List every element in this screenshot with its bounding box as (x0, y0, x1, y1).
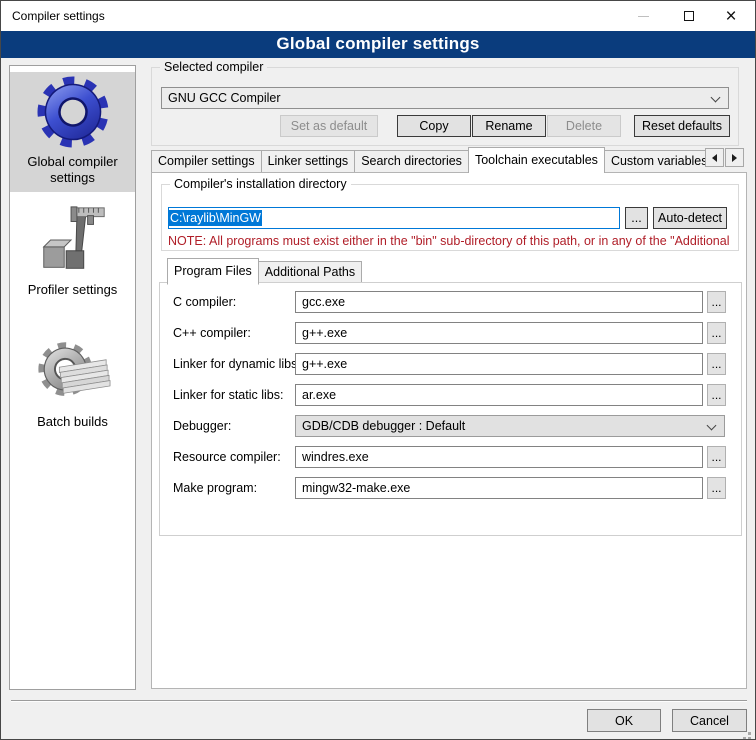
c-compiler-field[interactable]: gcc.exe (295, 291, 703, 313)
installation-directory-input[interactable]: C:\raylib\MinGW (168, 207, 620, 229)
ok-button[interactable]: OK (587, 709, 661, 732)
browse-make-program-button[interactable]: ... (707, 477, 726, 499)
maximize-icon (684, 11, 694, 21)
close-button[interactable]: × (711, 1, 751, 31)
field-value: ar.exe (302, 388, 336, 402)
arrow-left-icon (712, 154, 717, 162)
sidebar-item-label: Global compiler settings (10, 152, 135, 192)
field-label: Make program: (173, 477, 257, 499)
close-icon: × (725, 7, 736, 26)
field-label: C compiler: (173, 291, 236, 313)
debugger-select[interactable]: GDB/CDB debugger : Default (295, 415, 725, 437)
window-title: Compiler settings (12, 1, 105, 31)
minimize-button[interactable] (623, 1, 663, 31)
browse-linker-dynamic-button[interactable]: ... (707, 353, 726, 375)
compiler-tabs: Compiler settings Linker settings Search… (151, 147, 705, 173)
maximize-button[interactable] (669, 1, 709, 31)
cpp-compiler-field[interactable]: g++.exe (295, 322, 703, 344)
sidebar-item-label: Profiler settings (10, 280, 135, 304)
auto-detect-button[interactable]: Auto-detect (653, 207, 727, 229)
field-label: C++ compiler: (173, 322, 251, 344)
field-value: mingw32-make.exe (302, 481, 410, 495)
tab-additional-paths[interactable]: Additional Paths (259, 261, 362, 284)
rename-button[interactable]: Rename (472, 115, 546, 137)
linker-dynamic-field[interactable]: g++.exe (295, 353, 703, 375)
footer-divider (11, 700, 747, 702)
selected-compiler-group: Selected compiler GNU GCC Compiler Set a… (151, 67, 739, 146)
group-label: Selected compiler (160, 60, 267, 74)
sidebar-item-label: Batch builds (10, 412, 135, 436)
compiler-settings-dialog: Compiler settings × Global compiler sett… (0, 0, 756, 740)
field-label: Debugger: (173, 415, 231, 437)
arrow-right-icon (732, 154, 737, 162)
field-label: Linker for dynamic libs: (173, 353, 301, 375)
tab-toolchain-executables[interactable]: Toolchain executables (468, 147, 605, 173)
selected-path-text: C:\raylib\MinGW (169, 210, 262, 226)
field-value: GDB/CDB debugger : Default (302, 419, 465, 433)
field-value: g++.exe (302, 357, 347, 371)
program-tabs: Program Files Additional Paths (167, 258, 362, 284)
title-bar[interactable]: Compiler settings × (1, 1, 755, 31)
browse-c-compiler-button[interactable]: ... (707, 291, 726, 313)
field-label: Resource compiler: (173, 446, 281, 468)
resource-compiler-field[interactable]: windres.exe (295, 446, 703, 468)
page-title: Global compiler settings (1, 31, 755, 57)
delete-button[interactable]: Delete (547, 115, 621, 137)
tab-scroll-left-button[interactable] (705, 148, 724, 167)
copy-button[interactable]: Copy (397, 115, 471, 137)
field-value: gcc.exe (302, 295, 345, 309)
group-label: Compiler's installation directory (170, 177, 351, 191)
tab-search-directories[interactable]: Search directories (354, 150, 468, 173)
toolchain-executables-page: Compiler's installation directory C:\ray… (151, 172, 747, 689)
settings-category-list: Global compiler settings Profiler settin… (9, 65, 136, 690)
bin-subdirectory-note: NOTE: All programs must exist either in … (168, 234, 734, 248)
tab-compiler-settings[interactable]: Compiler settings (151, 150, 261, 173)
sidebar-item-profiler-settings[interactable]: Profiler settings (10, 202, 135, 304)
sidebar-item-batch-builds[interactable]: Batch builds (10, 334, 135, 436)
linker-static-field[interactable]: ar.exe (295, 384, 703, 406)
selected-compiler-combobox[interactable]: GNU GCC Compiler (161, 87, 729, 109)
selected-compiler-value: GNU GCC Compiler (168, 91, 281, 105)
field-value: windres.exe (302, 450, 369, 464)
chevron-down-icon (707, 421, 717, 431)
cancel-button[interactable]: Cancel (672, 709, 747, 732)
browse-cpp-compiler-button[interactable]: ... (707, 322, 726, 344)
profiler-caliper-icon (34, 202, 112, 280)
program-files-page: C compiler: gcc.exe ... C++ compiler: g+… (159, 282, 742, 536)
set-as-default-button[interactable]: Set as default (280, 115, 378, 137)
batch-builds-icon (34, 334, 112, 412)
field-value: g++.exe (302, 326, 347, 340)
field-label: Linker for static libs: (173, 384, 283, 406)
tab-custom-variables[interactable]: Custom variables (605, 150, 705, 173)
sidebar-item-global-compiler-settings[interactable]: Global compiler settings (10, 72, 135, 192)
reset-defaults-button[interactable]: Reset defaults (634, 115, 730, 137)
make-program-field[interactable]: mingw32-make.exe (295, 477, 703, 499)
minimize-icon (638, 16, 649, 17)
chevron-down-icon (711, 93, 721, 103)
resize-grip[interactable] (748, 732, 751, 735)
browse-resource-compiler-button[interactable]: ... (707, 446, 726, 468)
browse-linker-static-button[interactable]: ... (707, 384, 726, 406)
tab-program-files[interactable]: Program Files (167, 258, 259, 285)
tab-linker-settings[interactable]: Linker settings (261, 150, 355, 173)
blue-gear-icon (33, 72, 113, 152)
dialog-header: Global compiler settings (1, 31, 755, 58)
browse-directory-button[interactable]: ... (625, 207, 648, 229)
installation-directory-group: Compiler's installation directory C:\ray… (161, 184, 739, 251)
tab-scroll-right-button[interactable] (725, 148, 744, 167)
